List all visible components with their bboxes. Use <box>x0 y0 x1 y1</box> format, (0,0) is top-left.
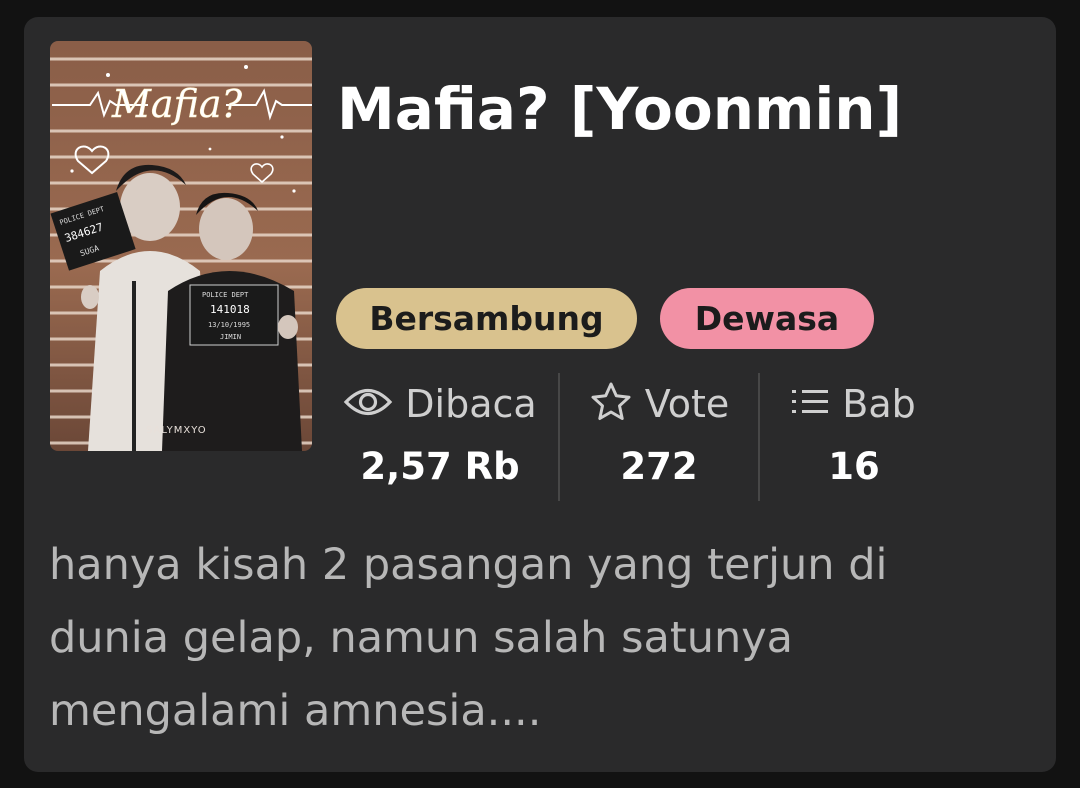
stat-divider <box>758 373 760 501</box>
list-icon <box>792 387 830 421</box>
cover-right-card-name: JIMIN <box>220 333 241 341</box>
reads-value: 2,57 Rb <box>360 445 520 488</box>
parts-label: Bab <box>842 382 916 426</box>
parts-stat: Bab 16 <box>784 373 924 503</box>
votes-value: 272 <box>620 445 698 488</box>
parts-value: 16 <box>828 445 880 488</box>
cover-title-text: Mafia? <box>111 82 243 126</box>
rating-badge: Dewasa <box>660 288 874 349</box>
status-badge: Bersambung <box>336 288 637 349</box>
reads-label: Dibaca <box>405 382 537 426</box>
story-description: hanya kisah 2 pasangan yang terjun di du… <box>49 540 888 736</box>
votes-stat: Vote 272 <box>581 373 737 503</box>
story-cover-image[interactable]: Mafia? POLICE DEPT 384627 SUGA POLICE DE… <box>50 41 312 451</box>
stat-divider <box>558 373 560 501</box>
eye-icon <box>343 385 393 423</box>
star-outline-icon <box>589 380 633 428</box>
story-title[interactable]: Mafia? [Yoonmin] <box>337 75 902 143</box>
cover-right-card-header: POLICE DEPT <box>202 291 249 299</box>
story-card[interactable]: Mafia? POLICE DEPT 384627 SUGA POLICE DE… <box>24 17 1056 772</box>
cover-watermark: SALYMXYO <box>146 425 207 436</box>
votes-label: Vote <box>644 382 730 426</box>
reads-stat: Dibaca 2,57 Rb <box>334 373 546 503</box>
cover-right-card-date: 13/10/1995 <box>208 321 250 329</box>
cover-right-card-number: 141018 <box>210 303 250 316</box>
